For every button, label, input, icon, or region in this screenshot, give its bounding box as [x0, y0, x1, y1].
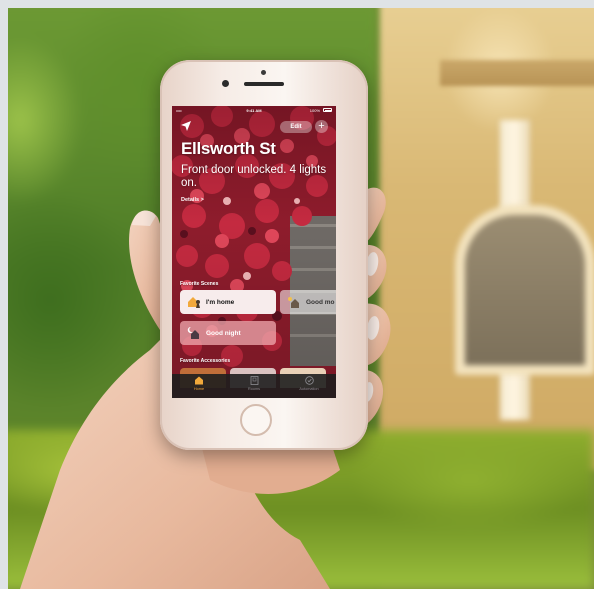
- front-camera: [222, 80, 229, 87]
- phone-screen: ••••• 9:41 AM 100% Edit + Ellsworth St F…: [172, 106, 336, 398]
- scene-tile-good-night[interactable]: Good night: [180, 321, 276, 345]
- proximity-sensor: [261, 70, 266, 75]
- moon-house-icon: [187, 326, 199, 339]
- house-icon: [195, 376, 203, 385]
- sunrise-house-icon: [288, 297, 299, 308]
- rooms-icon: [250, 376, 258, 385]
- smartphone: ••••• 9:41 AM 100% Edit + Ellsworth St F…: [160, 60, 368, 450]
- scene-label: Good mo: [306, 298, 335, 306]
- home-status-summary: Front door unlocked. 4 lights on.: [181, 164, 327, 189]
- tab-automation[interactable]: Automation: [282, 376, 336, 391]
- scene-tile-good-morning[interactable]: Good mo: [280, 290, 336, 314]
- clock-check-icon: [304, 376, 314, 385]
- home-title: Ellsworth St: [181, 139, 276, 158]
- details-link[interactable]: Details >: [181, 197, 204, 203]
- earpiece-speaker: [244, 82, 284, 86]
- status-bar: ••••• 9:41 AM 100%: [172, 106, 336, 114]
- location-arrow-icon[interactable]: [180, 120, 192, 132]
- tab-label: Rooms: [247, 387, 261, 391]
- scene-tile-im-home[interactable]: I'm home: [180, 290, 276, 314]
- tab-rooms[interactable]: Rooms: [227, 376, 281, 391]
- scene-label: Good night: [206, 329, 241, 337]
- tab-bar: Home Rooms Automation: [172, 374, 336, 398]
- battery-percentage: 100%: [309, 108, 320, 113]
- tab-label: Home: [193, 387, 205, 391]
- photo-scene: ••••• 9:41 AM 100% Edit + Ellsworth St F…: [0, 0, 594, 589]
- scene-label: I'm home: [206, 298, 235, 306]
- tab-label: Automation: [299, 387, 319, 391]
- tab-home[interactable]: Home: [172, 376, 226, 391]
- favorite-scenes-header: Favorite Scenes: [180, 281, 219, 287]
- favorite-accessories-header: Favorite Accessories: [180, 358, 231, 364]
- edit-button[interactable]: Edit: [280, 121, 312, 133]
- add-button[interactable]: +: [315, 120, 328, 133]
- battery-icon: [323, 108, 332, 112]
- home-person-icon: [188, 297, 200, 308]
- home-button[interactable]: [240, 404, 272, 436]
